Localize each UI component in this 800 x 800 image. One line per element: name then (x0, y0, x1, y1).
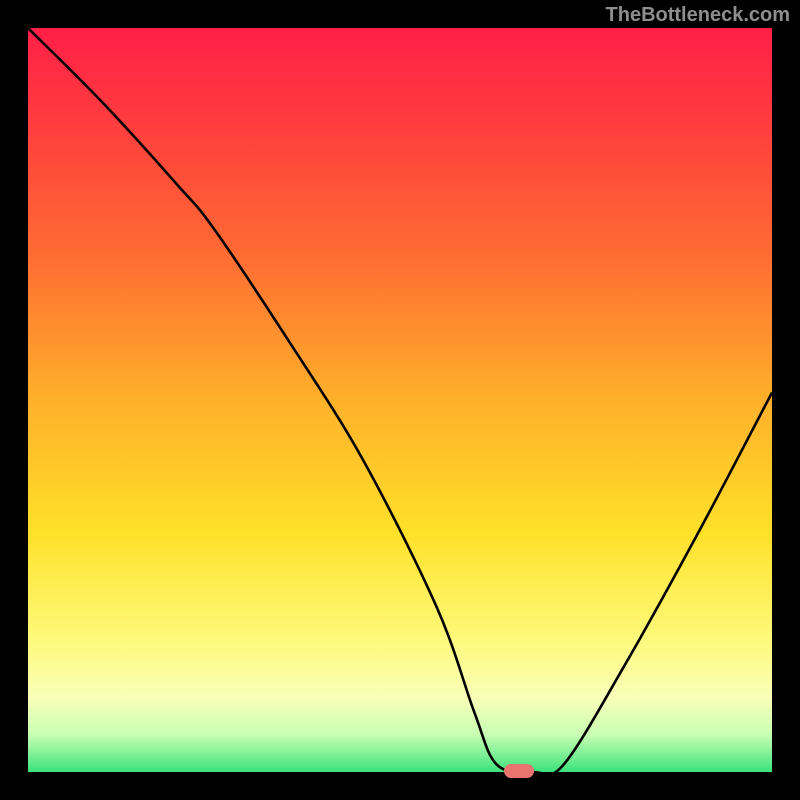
bottleneck-curve (28, 28, 772, 772)
plot-area (28, 28, 772, 772)
optimal-point-marker (504, 764, 534, 778)
chart-frame: TheBottleneck.com (0, 0, 800, 800)
curve-line (28, 28, 772, 772)
watermark-text: TheBottleneck.com (606, 4, 790, 27)
